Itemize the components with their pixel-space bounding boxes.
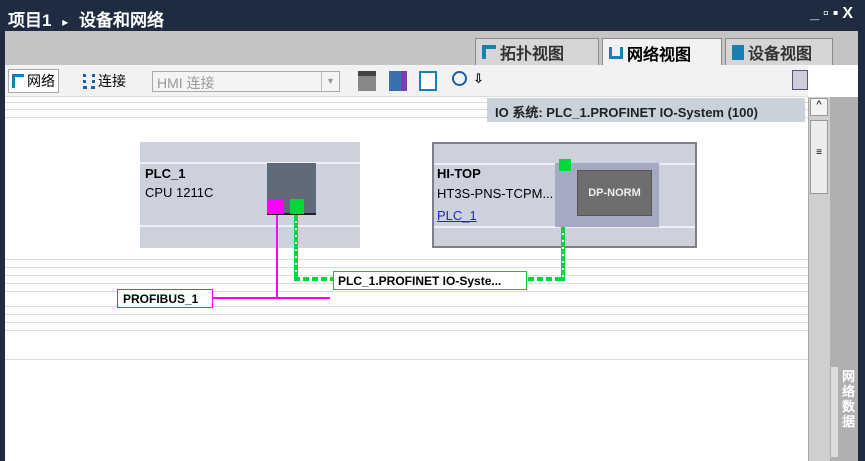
profinet-port[interactable] [559, 159, 571, 171]
connections-icon [83, 73, 95, 89]
window-buttons: _▫▪X [810, 5, 857, 23]
vertical-scrollbar[interactable]: ^ ≡ [808, 97, 830, 461]
tab-topology-view[interactable]: 拓扑视图 [475, 38, 599, 65]
network-pointer-icon [12, 74, 24, 88]
tab-device-view[interactable]: 设备视图 [725, 38, 833, 65]
device-type: CPU 1211C [145, 185, 214, 200]
maximize-button[interactable]: ▪ [833, 5, 843, 22]
connection-type-value: HMI 连接 [157, 75, 215, 91]
panel-expand-handle[interactable] [831, 367, 838, 457]
scroll-up-button[interactable]: ^ [810, 98, 828, 116]
assign-icon[interactable] [389, 71, 407, 91]
device-name: HI-TOP [437, 166, 481, 181]
connections-button[interactable]: 连接 [80, 69, 129, 93]
device-type: HT3S-PNS-TCPM... [437, 186, 554, 201]
breadcrumb-arrow-icon: ▸ [62, 15, 69, 29]
profibus-line[interactable] [276, 215, 278, 299]
toolbar: 网络 连接 HMI 连接 ▼ ⇩ [5, 65, 808, 97]
restore-button[interactable]: ▫ [823, 5, 833, 22]
properties-icon[interactable] [792, 70, 808, 90]
breadcrumb-section: 设备和网络 [78, 11, 164, 30]
connection-type-select[interactable]: HMI 连接 ▼ [152, 71, 340, 92]
download-icon[interactable]: ⇩ [473, 71, 484, 87]
connections-label: 连接 [98, 73, 126, 89]
network-data-tab[interactable]: 网络数据 [842, 369, 856, 429]
network-mode-button[interactable]: 网络 [8, 69, 59, 93]
profinet-port[interactable] [290, 199, 304, 214]
close-button[interactable]: X [842, 5, 857, 22]
profinet-line[interactable] [561, 227, 565, 281]
device-name: PLC_1 [145, 166, 186, 181]
device-plc1[interactable]: PLC_1 CPU 1211C [140, 142, 360, 248]
title-bar: 项目1 ▸ 设备和网络 [0, 0, 865, 31]
io-system-banner[interactable]: IO 系统: PLC_1.PROFINET IO-System (100) [487, 98, 805, 122]
tab-label: 网络视图 [627, 46, 692, 64]
name-icon[interactable] [358, 71, 376, 91]
device-icon [732, 44, 744, 60]
tab-label: 设备视图 [748, 46, 813, 63]
frame-right [858, 31, 865, 461]
topology-icon [482, 45, 496, 59]
io-system-label: IO 系统: PLC_1.PROFINET IO-System (100) [495, 105, 758, 120]
dp-norm-module[interactable]: DP-NORM [577, 170, 652, 216]
minimize-button[interactable]: _ [810, 5, 823, 22]
profibus-label[interactable]: PROFIBUS_1 [117, 289, 213, 308]
tab-network-view[interactable]: 网络视图 [602, 38, 722, 66]
module-slot: DP-NORM [555, 163, 659, 227]
network-icon [609, 46, 623, 59]
tab-label: 拓扑视图 [500, 46, 565, 63]
network-data-panel: 网络数据 [830, 97, 858, 461]
network-canvas[interactable]: IO 系统: PLC_1.PROFINET IO-System (100) PL… [5, 97, 808, 461]
grid-icon[interactable] [419, 71, 437, 91]
profinet-line[interactable] [294, 215, 298, 280]
breadcrumb-project[interactable]: 项目1 [8, 11, 51, 30]
zoom-icon[interactable] [452, 71, 467, 86]
chevron-down-icon[interactable]: ▼ [321, 72, 339, 91]
profibus-line[interactable] [213, 297, 330, 299]
profinet-label[interactable]: PLC_1.PROFINET IO-Syste... [333, 271, 527, 290]
io-controller-link[interactable]: PLC_1 [437, 208, 477, 223]
profibus-port[interactable] [268, 199, 284, 214]
network-label: 网络 [27, 73, 55, 89]
scroll-thumb[interactable]: ≡ [810, 120, 828, 194]
